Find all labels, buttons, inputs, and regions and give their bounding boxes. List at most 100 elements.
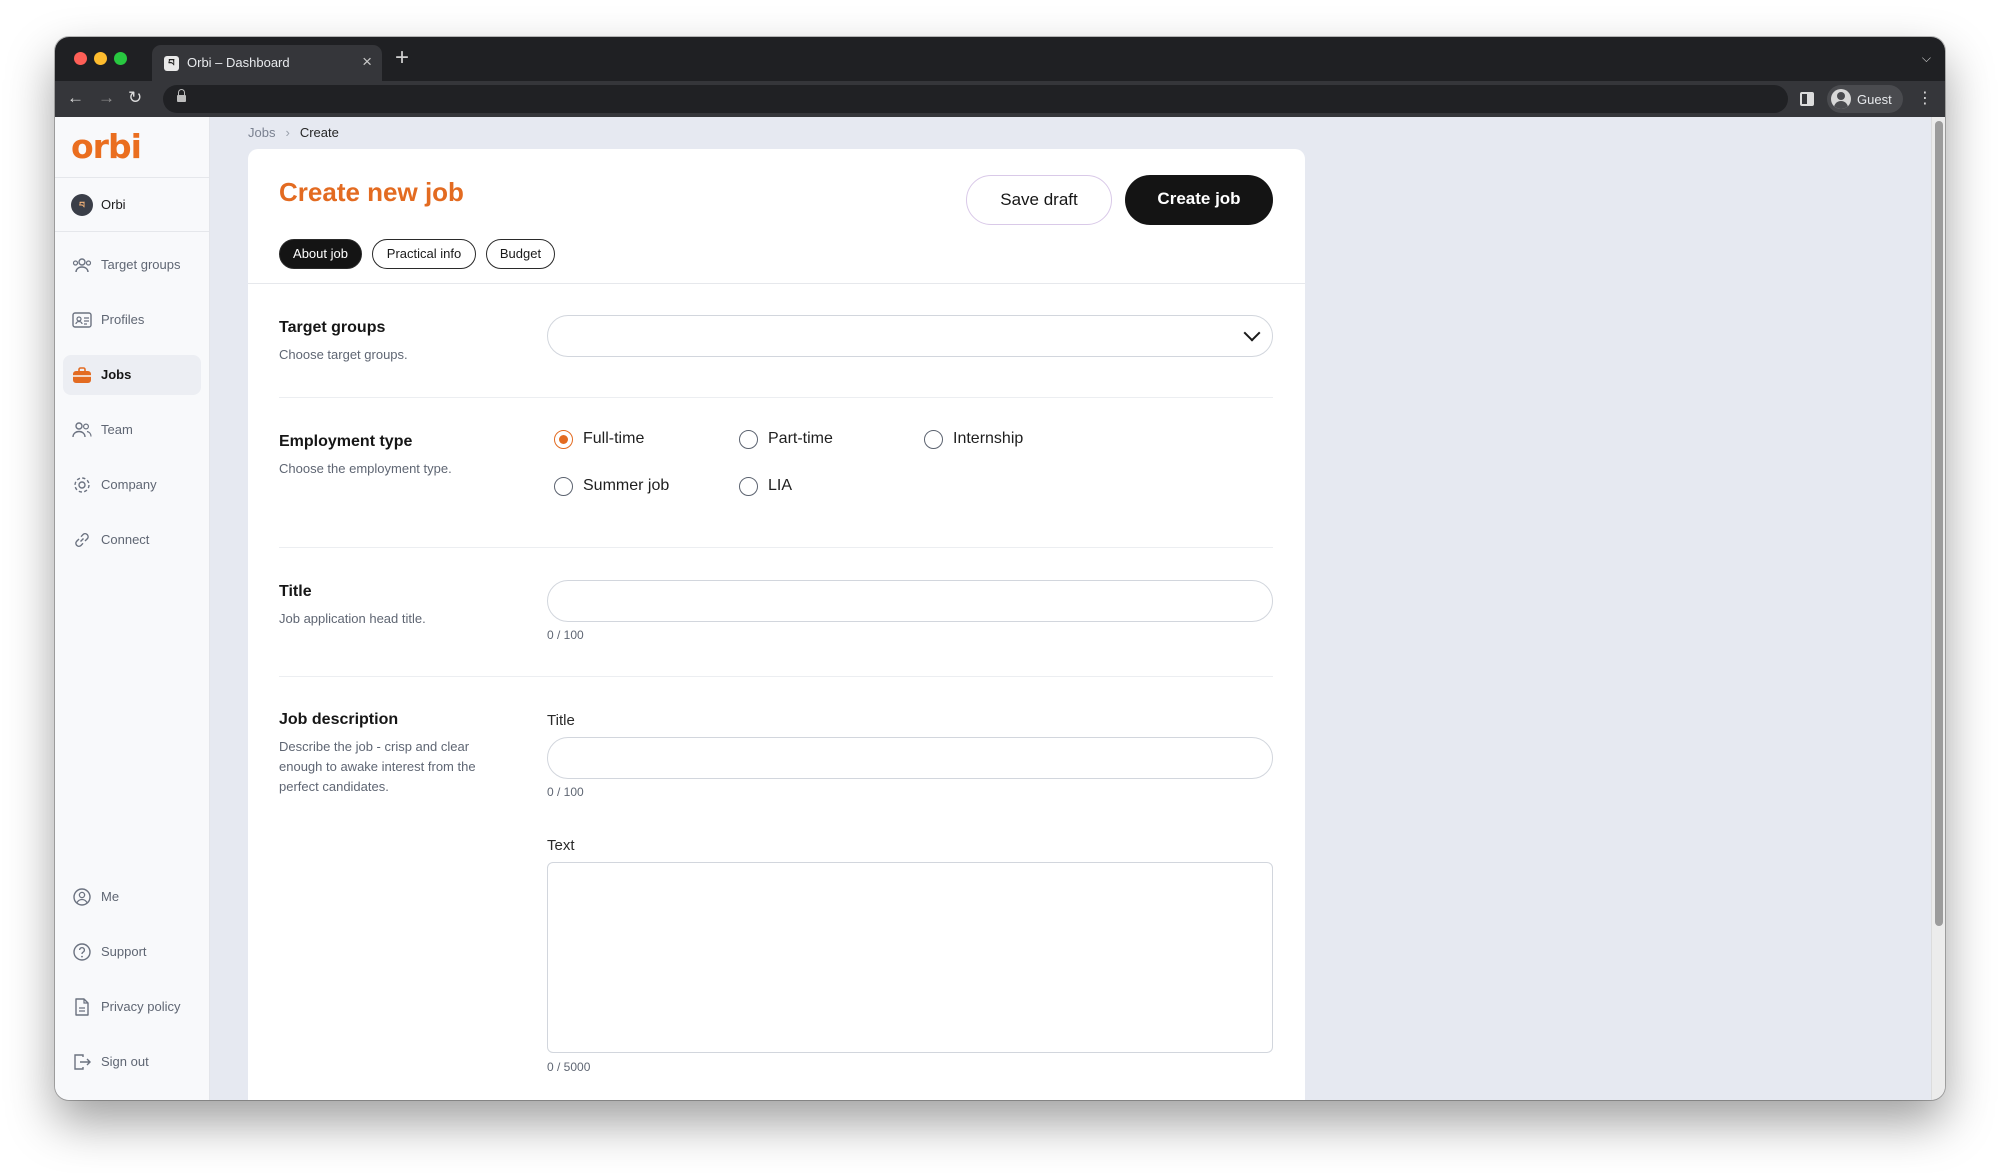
save-draft-button[interactable]: Save draft <box>966 175 1112 225</box>
page-scrollbar[interactable] <box>1931 117 1945 1100</box>
sidebar-item-label: Company <box>101 477 157 492</box>
tab-close-icon[interactable]: × <box>362 52 372 72</box>
sidebar-item-label: Team <box>101 422 133 437</box>
breadcrumb-current: Create <box>299 125 339 140</box>
address-bar[interactable] <box>163 85 1788 113</box>
target-groups-description: Choose target groups. <box>279 347 408 362</box>
browser-tab[interactable]: བ Orbi – Dashboard × <box>152 45 382 81</box>
sidebar-item-label: Target groups <box>101 257 181 272</box>
sidebar-item-label: Sign out <box>101 1054 149 1069</box>
create-job-card: Create new job Save draft Create job Abo… <box>248 149 1305 1100</box>
side-panel-icon[interactable] <box>1800 92 1814 106</box>
reload-icon[interactable]: ↻ <box>128 88 142 108</box>
gear-icon <box>74 477 90 493</box>
briefcase-icon <box>73 367 91 383</box>
description-title-label: Title <box>547 712 575 729</box>
title-char-counter: 0 / 100 <box>547 628 584 642</box>
sidebar-item-target-groups[interactable]: Target groups <box>63 245 201 285</box>
tab-practical-info[interactable]: Practical info <box>372 239 476 269</box>
sidebar-item-privacy-policy[interactable]: Privacy policy <box>63 987 201 1027</box>
radio-label: Internship <box>953 430 1024 447</box>
sidebar-item-jobs[interactable]: Jobs <box>63 355 201 395</box>
browser-toolbar: ← → ↻ Guest ⋮ <box>55 81 1945 117</box>
chevron-down-icon <box>1243 324 1261 342</box>
sidebar: orbi བ Orbi Target groups Profiles Jobs … <box>55 117 210 1100</box>
sidebar-item-label: Me <box>101 889 120 904</box>
breadcrumb: Jobs › Create <box>248 125 339 140</box>
radio-label: Part-time <box>768 430 833 447</box>
close-window-button[interactable] <box>74 52 87 65</box>
sidebar-item-label: Connect <box>101 532 150 547</box>
sidebar-item-connect[interactable]: Connect <box>63 520 201 560</box>
sidebar-item-me[interactable]: Me <box>63 877 201 917</box>
job-description-heading: Job description <box>279 711 399 728</box>
sidebar-item-label: Support <box>101 944 147 959</box>
radio-label: Full-time <box>583 430 645 447</box>
tab-search-chevron-icon[interactable]: ⌵ <box>1922 51 1931 66</box>
scrollbar-thumb[interactable] <box>1935 121 1943 926</box>
sidebar-item-label: Profiles <box>101 312 145 327</box>
description-text-counter: 0 / 5000 <box>547 1060 591 1074</box>
sidebar-item-support[interactable]: Support <box>63 932 201 972</box>
sidebar-item-label: Privacy policy <box>101 999 181 1014</box>
tab-about-job[interactable]: About job <box>279 239 362 269</box>
maximize-window-button[interactable] <box>114 52 127 65</box>
lock-icon <box>177 89 186 103</box>
target-groups-select[interactable] <box>547 315 1273 357</box>
radio-circle <box>554 430 573 449</box>
radio-circle <box>739 430 758 449</box>
user-circle-icon <box>73 888 91 906</box>
new-tab-icon[interactable]: + <box>395 44 409 72</box>
browser-window: བ Orbi – Dashboard × + ⌵ ← → ↻ Guest ⋮ o… <box>55 37 1945 1100</box>
tab-budget[interactable]: Budget <box>486 239 555 269</box>
employment-type-description: Choose the employment type. <box>279 461 452 476</box>
back-arrow-icon[interactable]: ← <box>67 88 84 108</box>
sidebar-item-company[interactable]: Company <box>63 465 201 505</box>
header-divider <box>248 283 1305 284</box>
page-title: Create new job <box>279 177 464 207</box>
employment-type-heading: Employment type <box>279 433 413 450</box>
sidebar-item-profiles[interactable]: Profiles <box>63 300 201 340</box>
sidebar-item-sign-out[interactable]: Sign out <box>63 1042 201 1082</box>
sidebar-divider <box>55 177 209 178</box>
radio-label: Summer job <box>583 477 670 494</box>
sidebar-divider <box>55 231 209 232</box>
org-name: Orbi <box>101 197 126 212</box>
main-content: Jobs › Create Create new job Save draft Cr… <box>210 117 1930 1100</box>
breadcrumb-jobs-link[interactable]: Jobs <box>248 125 275 140</box>
guest-avatar-icon <box>1831 89 1851 109</box>
help-circle-icon <box>73 943 91 961</box>
radio-circle <box>739 477 758 496</box>
description-text-label: Text <box>547 837 575 854</box>
minimize-window-button[interactable] <box>94 52 107 65</box>
orbi-logo[interactable]: orbi <box>71 127 142 166</box>
target-groups-heading: Target groups <box>279 319 386 336</box>
browser-tab-strip: བ Orbi – Dashboard × + ⌵ <box>55 37 1945 81</box>
kebab-menu-icon[interactable]: ⋮ <box>1917 88 1933 108</box>
job-description-description: Describe the job - crisp and clear enoug… <box>279 739 476 794</box>
title-heading: Title <box>279 583 312 600</box>
org-avatar: བ <box>71 194 93 216</box>
forward-arrow-icon[interactable]: → <box>98 88 115 108</box>
team-icon <box>72 422 92 438</box>
link-icon <box>75 533 89 547</box>
users-group-icon <box>72 258 92 273</box>
title-input[interactable] <box>547 580 1273 622</box>
section-divider <box>279 547 1273 548</box>
section-divider <box>279 676 1273 677</box>
section-divider <box>279 397 1273 398</box>
id-card-icon <box>72 312 92 328</box>
radio-circle <box>924 430 943 449</box>
create-job-button[interactable]: Create job <box>1125 175 1273 225</box>
profile-button[interactable]: Guest <box>1827 85 1903 113</box>
profile-label: Guest <box>1857 92 1892 107</box>
radio-label: LIA <box>768 477 793 494</box>
description-text-area[interactable] <box>547 862 1273 1053</box>
favicon-icon: བ <box>164 56 179 71</box>
tab-title: Orbi – Dashboard <box>187 55 290 70</box>
description-title-input[interactable] <box>547 737 1273 779</box>
radio-circle <box>554 477 573 496</box>
sign-out-icon <box>74 1054 91 1070</box>
breadcrumb-chevron-icon: › <box>285 125 290 140</box>
sidebar-item-team[interactable]: Team <box>63 410 201 450</box>
